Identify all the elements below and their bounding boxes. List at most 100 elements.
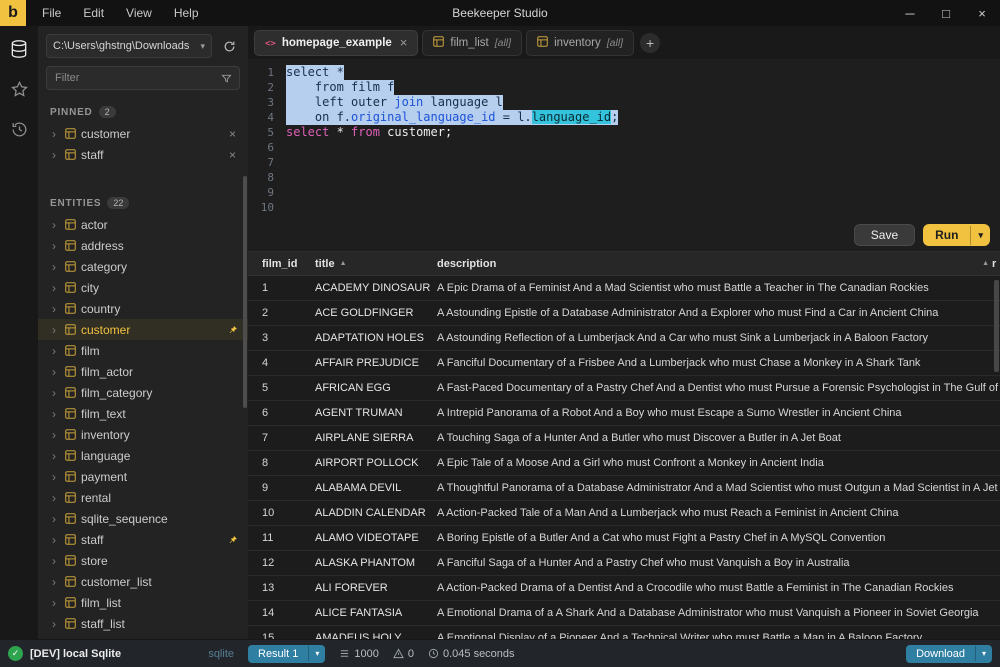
chevron-right-icon[interactable]: › [52,128,60,140]
sidebar-item-rental[interactable]: ›rental [38,487,248,508]
connection-status[interactable]: ✓ [DEV] local Sqlite sqlite [0,646,248,661]
minimize-icon[interactable]: ─ [892,0,928,26]
database-icon[interactable] [8,38,30,60]
connection-selector[interactable]: C:\Users\ghstng\Downloads ▾ [46,34,212,58]
result-dropdown-icon[interactable]: ▾ [308,646,325,661]
sidebar-item-film[interactable]: ›film [38,340,248,361]
maximize-icon[interactable]: □ [928,0,964,26]
sidebar-item-customer[interactable]: ›customer [38,319,248,340]
filter-funnel-icon[interactable] [221,71,232,89]
chevron-right-icon[interactable]: › [52,450,60,462]
sidebar-item-address[interactable]: ›address [38,235,248,256]
sidebar-item-sqlite_sequence[interactable]: ›sqlite_sequence [38,508,248,529]
run-dropdown-icon[interactable]: ▾ [970,226,990,245]
table-row[interactable]: 15AMADEUS HOLYA Emotional Display of a P… [248,626,1000,639]
sidebar-item-inventory[interactable]: ›inventory [38,424,248,445]
history-icon[interactable] [8,118,30,140]
filter-input[interactable] [46,66,240,90]
column-header-film_id[interactable]: film_id [262,258,315,270]
column-header-description[interactable]: description [437,258,982,270]
table-row[interactable]: 3ADAPTATION HOLESA Astounding Reflection… [248,326,1000,351]
table-row[interactable]: 10ALADDIN CALENDARA Action-Packed Tale o… [248,501,1000,526]
table-row[interactable]: 14ALICE FANTASIAA Emotional Drama of a A… [248,601,1000,626]
chevron-right-icon[interactable]: › [52,555,60,567]
chevron-right-icon[interactable]: › [52,240,60,252]
chevron-right-icon[interactable]: › [52,149,60,161]
sidebar-item-city[interactable]: ›city [38,277,248,298]
run-button[interactable]: Run ▾ [923,224,990,246]
sidebar-item-store[interactable]: ›store [38,550,248,571]
table-row[interactable]: 6AGENT TRUMANA Intrepid Panorama of a Ro… [248,401,1000,426]
chevron-right-icon[interactable]: › [52,618,60,630]
chevron-right-icon[interactable]: › [52,492,60,504]
sidebar-item-customer[interactable]: ›customer× [38,123,248,144]
result-selector-button[interactable]: Result 1 ▾ [248,645,325,663]
tab-homepage_example[interactable]: <>homepage_example× [254,30,418,56]
chevron-right-icon[interactable]: › [52,324,60,336]
column-header-title[interactable]: title▲ [315,258,437,270]
chevron-right-icon[interactable]: › [52,303,60,315]
sidebar-item-film_list[interactable]: ›film_list [38,592,248,613]
download-dropdown-icon[interactable]: ▾ [975,646,992,661]
table-row[interactable]: 13ALI FOREVERA Action-Packed Drama of a … [248,576,1000,601]
sidebar-item-country[interactable]: ›country [38,298,248,319]
sidebar-item-film_text[interactable]: ›film_text [38,403,248,424]
chevron-right-icon[interactable]: › [52,366,60,378]
save-button[interactable]: Save [854,224,915,246]
unpin-close-icon[interactable]: × [225,127,240,141]
chevron-right-icon[interactable]: › [52,471,60,483]
chevron-right-icon[interactable]: › [52,597,60,609]
pinned-section-header[interactable]: PINNED 2 [38,96,248,123]
chevron-right-icon[interactable]: › [52,345,60,357]
menu-file[interactable]: File [42,6,61,20]
menu-edit[interactable]: Edit [83,6,104,20]
table-row[interactable]: 8AIRPORT POLLOCKA Epic Tale of a Moose A… [248,451,1000,476]
chevron-right-icon[interactable]: › [52,513,60,525]
tab-inventory[interactable]: inventory[all] [526,30,634,56]
results-body[interactable]: 1ACADEMY DINOSAURA Epic Drama of a Femin… [248,276,1000,639]
entities-section-header[interactable]: ENTITIES 22 [38,187,248,214]
unpin-close-icon[interactable]: × [225,148,240,162]
chevron-right-icon[interactable]: › [52,408,60,420]
download-button[interactable]: Download ▾ [906,645,992,663]
close-icon[interactable]: × [964,0,1000,26]
results-scrollbar[interactable] [994,280,999,372]
table-row[interactable]: 4AFFAIR PREJUDICEA Fanciful Documentary … [248,351,1000,376]
sql-editor[interactable]: 1select *2 from film f3 left outer join … [248,59,1000,219]
sidebar-item-customer_list[interactable]: ›customer_list [38,571,248,592]
menu-view[interactable]: View [126,6,152,20]
chevron-right-icon[interactable]: › [52,282,60,294]
new-tab-button[interactable]: + [640,33,660,53]
sidebar-item-staff[interactable]: ›staff [38,529,248,550]
table-row[interactable]: 7AIRPLANE SIERRAA Touching Saga of a Hun… [248,426,1000,451]
refresh-icon[interactable] [218,35,240,57]
close-tab-icon[interactable]: × [400,35,408,50]
chevron-right-icon[interactable]: › [52,576,60,588]
tab-film_list[interactable]: film_list[all] [422,30,522,56]
sidebar-item-category[interactable]: ›category [38,256,248,277]
chevron-right-icon[interactable]: › [52,534,60,546]
favorites-star-icon[interactable] [8,78,30,100]
chevron-right-icon[interactable]: › [52,429,60,441]
chevron-right-icon[interactable]: › [52,219,60,231]
table-row[interactable]: 9ALABAMA DEVILA Thoughtful Panorama of a… [248,476,1000,501]
sidebar-item-language[interactable]: ›language [38,445,248,466]
scroll-up-icon[interactable]: ▲ [982,260,989,267]
sidebar-item-actor[interactable]: ›actor [38,214,248,235]
sidebar-item-sales_by_store[interactable]: ›sales_by_store [38,634,248,639]
sort-asc-icon[interactable]: ▲ [340,260,347,267]
chevron-right-icon[interactable]: › [52,261,60,273]
sidebar-item-film_actor[interactable]: ›film_actor [38,361,248,382]
sidebar-item-film_category[interactable]: ›film_category [38,382,248,403]
sidebar-item-staff_list[interactable]: ›staff_list [38,613,248,634]
table-row[interactable]: 2ACE GOLDFINGERA Astounding Epistle of a… [248,301,1000,326]
sidebar-scrollbar[interactable] [243,176,247,408]
menu-help[interactable]: Help [174,6,199,20]
sidebar-item-staff[interactable]: ›staff× [38,144,248,165]
table-row[interactable]: 1ACADEMY DINOSAURA Epic Drama of a Femin… [248,276,1000,301]
table-row[interactable]: 11ALAMO VIDEOTAPEA Boring Epistle of a B… [248,526,1000,551]
chevron-right-icon[interactable]: › [52,639,60,640]
sidebar-item-payment[interactable]: ›payment [38,466,248,487]
table-row[interactable]: 12ALASKA PHANTOMA Fanciful Saga of a Hun… [248,551,1000,576]
chevron-right-icon[interactable]: › [52,387,60,399]
